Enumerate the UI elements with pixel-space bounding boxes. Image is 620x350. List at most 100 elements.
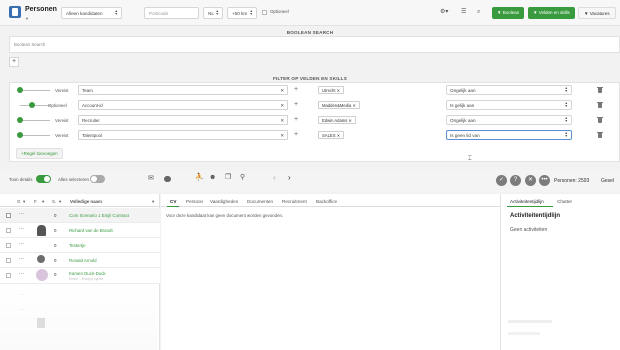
- remove-tag-icon[interactable]: ✕: [349, 118, 353, 123]
- rule-slider[interactable]: [20, 120, 50, 121]
- rule-slider-knob[interactable]: [29, 102, 35, 108]
- value-tag-label: Madden&Media: [322, 103, 352, 108]
- row-name-link[interactable]: Kamen Duck-Duck: [69, 271, 106, 276]
- column-header[interactable]: S.: [52, 199, 56, 204]
- rule-slider-knob[interactable]: [17, 87, 23, 93]
- add-boolean-button[interactable]: +: [9, 57, 19, 67]
- field-input[interactable]: Recruiter ✕: [78, 115, 288, 125]
- row-menu-icon[interactable]: ···: [19, 241, 24, 247]
- boolean-button[interactable]: ▼ Boolean: [492, 7, 525, 19]
- chevron-down-icon: ▾: [42, 199, 45, 204]
- rule-slider[interactable]: [20, 90, 50, 91]
- clear-icon[interactable]: ✕: [280, 118, 284, 123]
- column-header[interactable]: Volledige naam: [70, 199, 102, 204]
- clear-icon[interactable]: ✕: [280, 133, 284, 138]
- table-row[interactable]: ··· 0 Com Scenario 1 Emjil Contract: [0, 208, 160, 223]
- tab-persoon[interactable]: Persoon: [186, 199, 203, 204]
- fields-skills-button[interactable]: ▼ Velden en skills: [528, 7, 575, 19]
- boolean-search-input[interactable]: Boolean Search: [9, 36, 620, 53]
- rule-slider-knob[interactable]: [17, 132, 23, 138]
- updown-icon: ▲ ▼: [215, 9, 219, 16]
- row-name-link[interactable]: Ronald Arnold: [69, 258, 97, 263]
- search-icon[interactable]: ⌕: [477, 9, 480, 15]
- add-value-icon[interactable]: +: [294, 116, 298, 123]
- trash-icon[interactable]: [597, 131, 603, 138]
- postcode-input[interactable]: Postcode: [144, 7, 199, 19]
- row-menu-icon[interactable]: ···: [19, 226, 24, 232]
- optional-checkbox[interactable]: [262, 10, 267, 15]
- check-icon[interactable]: ✓: [496, 175, 507, 186]
- more-icon[interactable]: •••: [539, 175, 550, 186]
- vacancies-button[interactable]: ▼ Vacatures: [578, 7, 616, 19]
- row-score: 0: [54, 243, 57, 248]
- add-value-icon[interactable]: +: [294, 131, 298, 138]
- person-add-icon[interactable]: ⛹: [195, 174, 204, 181]
- clear-icon[interactable]: ✕: [280, 103, 284, 108]
- add-value-icon[interactable]: +: [294, 86, 298, 93]
- show-details-toggle[interactable]: [36, 175, 51, 183]
- help-icon[interactable]: ?: [510, 175, 521, 186]
- radius-select[interactable]: +50 km ▲ ▼: [227, 7, 257, 19]
- table-row[interactable]: ··· 0 Kamen Duck-Duck Emile ...Evelyn Ly…: [0, 268, 160, 284]
- rule-slider[interactable]: [20, 135, 50, 136]
- chevron-right-icon[interactable]: ›: [288, 174, 291, 182]
- remove-tag-icon[interactable]: ✕: [337, 88, 341, 93]
- sliders-icon[interactable]: ☰: [461, 9, 466, 15]
- field-input[interactable]: Account-id ✕: [78, 100, 288, 110]
- gear-icon[interactable]: ⚙▾: [440, 9, 448, 15]
- chevron-left-icon[interactable]: ‹: [273, 174, 276, 182]
- add-rule-button[interactable]: +Regel toevoegen: [16, 148, 63, 159]
- page-title: Personen: [25, 6, 57, 13]
- row-name-link[interactable]: Com Scenario 1 Emjil Contract: [69, 213, 129, 218]
- close-icon[interactable]: ✕: [525, 175, 536, 186]
- tab-recruitment[interactable]: Recruitment: [282, 199, 307, 204]
- field-input[interactable]: Talentpool ✕: [78, 130, 288, 140]
- tab-backoffice[interactable]: Backoffice: [316, 199, 337, 204]
- column-header[interactable]: G: [17, 199, 20, 204]
- rule-slider-knob[interactable]: [17, 117, 23, 123]
- condition-select[interactable]: Is geen lid van ▲ ▼: [446, 130, 572, 140]
- add-value-icon[interactable]: +: [294, 101, 298, 108]
- remove-tag-icon[interactable]: ✕: [353, 103, 357, 108]
- clear-icon[interactable]: ✕: [280, 88, 284, 93]
- condition-select[interactable]: Is gelijk aan ▲ ▼: [446, 100, 572, 110]
- row-menu-icon[interactable]: ···: [19, 271, 24, 277]
- condition-select[interactable]: Ongelijk aan ▲ ▼: [446, 85, 572, 95]
- mail-icon[interactable]: ✉: [148, 175, 154, 182]
- row-menu-icon[interactable]: ···: [19, 256, 24, 262]
- country-select[interactable]: NL ▲ ▼: [203, 7, 223, 19]
- select-all-toggle[interactable]: [90, 175, 105, 183]
- tab-chatter[interactable]: Chatter: [557, 199, 572, 204]
- group-icon[interactable]: ☻: [209, 174, 216, 181]
- trash-icon[interactable]: [597, 101, 603, 108]
- candidate-filter-select[interactable]: Alleen kandidaten ▲ ▼: [61, 7, 122, 19]
- row-checkbox[interactable]: [6, 228, 11, 233]
- table-row[interactable]: ··· 0 Testertje: [0, 238, 160, 253]
- trash-icon[interactable]: [597, 116, 603, 123]
- person-search-icon[interactable]: ⚲: [240, 174, 245, 181]
- chevron-down-icon: ▾: [152, 199, 155, 204]
- field-input[interactable]: Team ✕: [78, 85, 288, 95]
- row-checkbox[interactable]: [6, 213, 11, 218]
- column-header[interactable]: F.: [34, 199, 37, 204]
- table-row[interactable]: ··· 0 Richard van de Brandt: [0, 223, 160, 238]
- row-name-link[interactable]: Testertje: [69, 243, 86, 248]
- title-chevron-down-icon[interactable]: ▼: [25, 16, 29, 21]
- tab-cv[interactable]: CV: [170, 199, 176, 204]
- tab-documenten[interactable]: Documenten: [247, 199, 273, 204]
- table-row[interactable]: ··· 0 Ronald Arnold: [0, 253, 160, 268]
- copy-icon[interactable]: ❐: [225, 174, 231, 181]
- trash-icon[interactable]: [597, 86, 603, 93]
- row-name-link[interactable]: Richard van de Brandt: [69, 228, 113, 233]
- tab-vaardigheden[interactable]: Vaardigheden: [210, 199, 238, 204]
- country-value: NL: [208, 11, 214, 16]
- tab-activity-timeline[interactable]: Activiteitentijdlijn: [510, 199, 544, 204]
- row-menu-icon[interactable]: ···: [19, 211, 24, 217]
- condition-select[interactable]: Ongelijk aan ▲ ▼: [446, 115, 572, 125]
- rule-slider[interactable]: [20, 105, 50, 106]
- row-checkbox[interactable]: [6, 258, 11, 263]
- row-checkbox[interactable]: [6, 243, 11, 248]
- row-checkbox[interactable]: [6, 273, 11, 278]
- remove-tag-icon[interactable]: ✕: [337, 133, 341, 138]
- chat-icon[interactable]: [164, 176, 171, 182]
